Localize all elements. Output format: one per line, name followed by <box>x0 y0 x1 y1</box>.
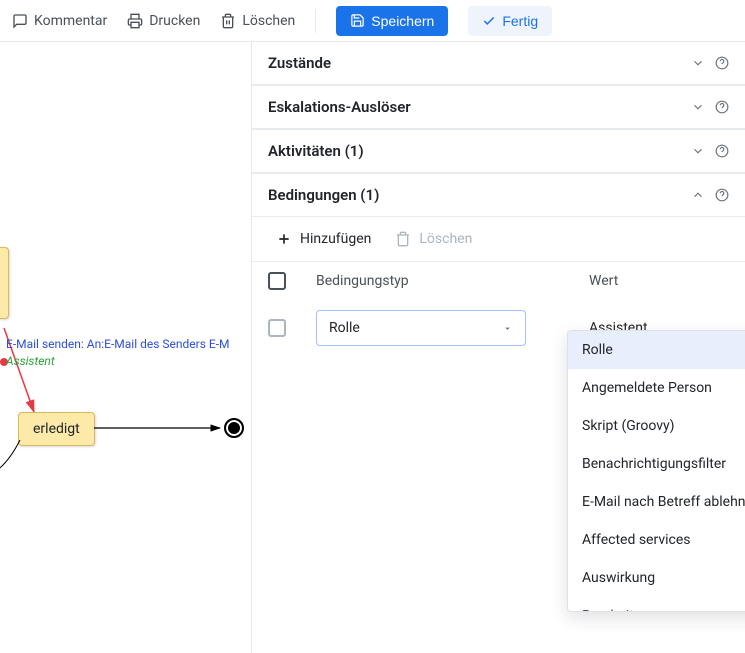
save-label: Speichern <box>371 13 434 29</box>
chevron-down-icon <box>691 56 705 70</box>
section-title: Aktivitäten (1) <box>268 142 364 160</box>
toolbar-divider <box>315 9 316 33</box>
side-panel: Zustände Eskalations-Auslöser Aktivitäte… <box>252 42 745 653</box>
toolbar: Kommentar Drucken Löschen Speichern Fert… <box>0 0 745 42</box>
delete-cond-label: Löschen <box>419 231 472 247</box>
dropdown-item-skript[interactable]: Skript (Groovy) <box>568 407 745 445</box>
section-title: Zustände <box>268 54 331 72</box>
dropdown-item-bearbeiter[interactable]: Bearbeiter <box>568 597 745 611</box>
row-checkbox[interactable] <box>268 319 286 337</box>
workflow-canvas[interactable]: E-Mail senden: An:E-Mail des Senders E-M… <box>0 42 252 653</box>
dropdown-item-email-betreff[interactable]: E-Mail nach Betreff ablehnen <box>568 483 745 521</box>
select-value: Rolle <box>329 320 360 336</box>
select-all-checkbox[interactable] <box>268 272 286 290</box>
conditions-actions: Hinzufügen Löschen <box>252 217 745 262</box>
trash-icon <box>220 13 236 29</box>
help-icon[interactable] <box>715 144 729 158</box>
condition-type-select[interactable]: Rolle <box>316 310 526 346</box>
workflow-end-node[interactable] <box>224 418 244 438</box>
dropdown-item-rolle[interactable]: Rolle <box>568 331 745 369</box>
main-area: E-Mail senden: An:E-Mail des Senders E-M… <box>0 42 745 653</box>
check-icon <box>482 14 496 28</box>
help-icon[interactable] <box>715 100 729 114</box>
header-type: Bedingungstyp <box>308 273 589 289</box>
help-icon[interactable] <box>715 56 729 70</box>
edge-curve <box>0 440 50 500</box>
save-icon <box>350 13 365 28</box>
section-zustaende[interactable]: Zustände <box>252 42 745 85</box>
section-bedingungen[interactable]: Bedingungen (1) <box>252 173 745 217</box>
condition-type-dropdown[interactable]: Rolle Angemeldete Person Skript (Groovy)… <box>567 330 745 612</box>
section-title: Bedingungen (1) <box>268 186 379 204</box>
print-label: Drucken <box>149 13 200 29</box>
delete-condition-button[interactable]: Löschen <box>395 231 472 247</box>
done-label: Fertig <box>502 13 538 29</box>
add-condition-button[interactable]: Hinzufügen <box>276 231 371 247</box>
section-eskalation[interactable]: Eskalations-Auslöser <box>252 85 745 129</box>
dropdown-item-benachrichtigungsfilter[interactable]: Benachrichtigungsfilter <box>568 445 745 483</box>
section-title: Eskalations-Auslöser <box>268 98 411 116</box>
trash-icon <box>395 231 411 247</box>
dropdown-item-angemeldete-person[interactable]: Angemeldete Person <box>568 369 745 407</box>
dropdown-item-auswirkung[interactable]: Auswirkung <box>568 559 745 597</box>
save-button[interactable]: Speichern <box>336 6 448 36</box>
conditions-table-header: Bedingungstyp Wert <box>252 262 745 300</box>
chevron-up-icon <box>691 188 705 202</box>
comment-button[interactable]: Kommentar <box>12 13 107 29</box>
dropdown-item-affected-services[interactable]: Affected services <box>568 521 745 559</box>
caret-down-icon <box>502 323 513 334</box>
chevron-down-icon <box>691 144 705 158</box>
chevron-down-icon <box>691 100 705 114</box>
add-label: Hinzufügen <box>300 231 371 247</box>
header-value: Wert <box>589 273 729 289</box>
section-aktivitaeten[interactable]: Aktivitäten (1) <box>252 129 745 173</box>
plus-icon <box>276 231 292 247</box>
erledigt-label: erledigt <box>33 421 80 437</box>
edge-arrow-black <box>94 420 234 440</box>
assistent-role-label: Assistent <box>6 354 55 368</box>
print-button[interactable]: Drucken <box>127 13 200 29</box>
delete-button[interactable]: Löschen <box>220 13 295 29</box>
help-icon[interactable] <box>715 188 729 202</box>
comment-label: Kommentar <box>34 13 107 29</box>
print-icon <box>127 13 143 29</box>
email-action-label: E-Mail senden: An:E-Mail des Senders E-M <box>6 337 252 351</box>
delete-label: Löschen <box>242 13 295 29</box>
comment-icon <box>12 13 28 29</box>
workflow-node-stub[interactable] <box>0 247 9 319</box>
done-button[interactable]: Fertig <box>468 6 552 36</box>
